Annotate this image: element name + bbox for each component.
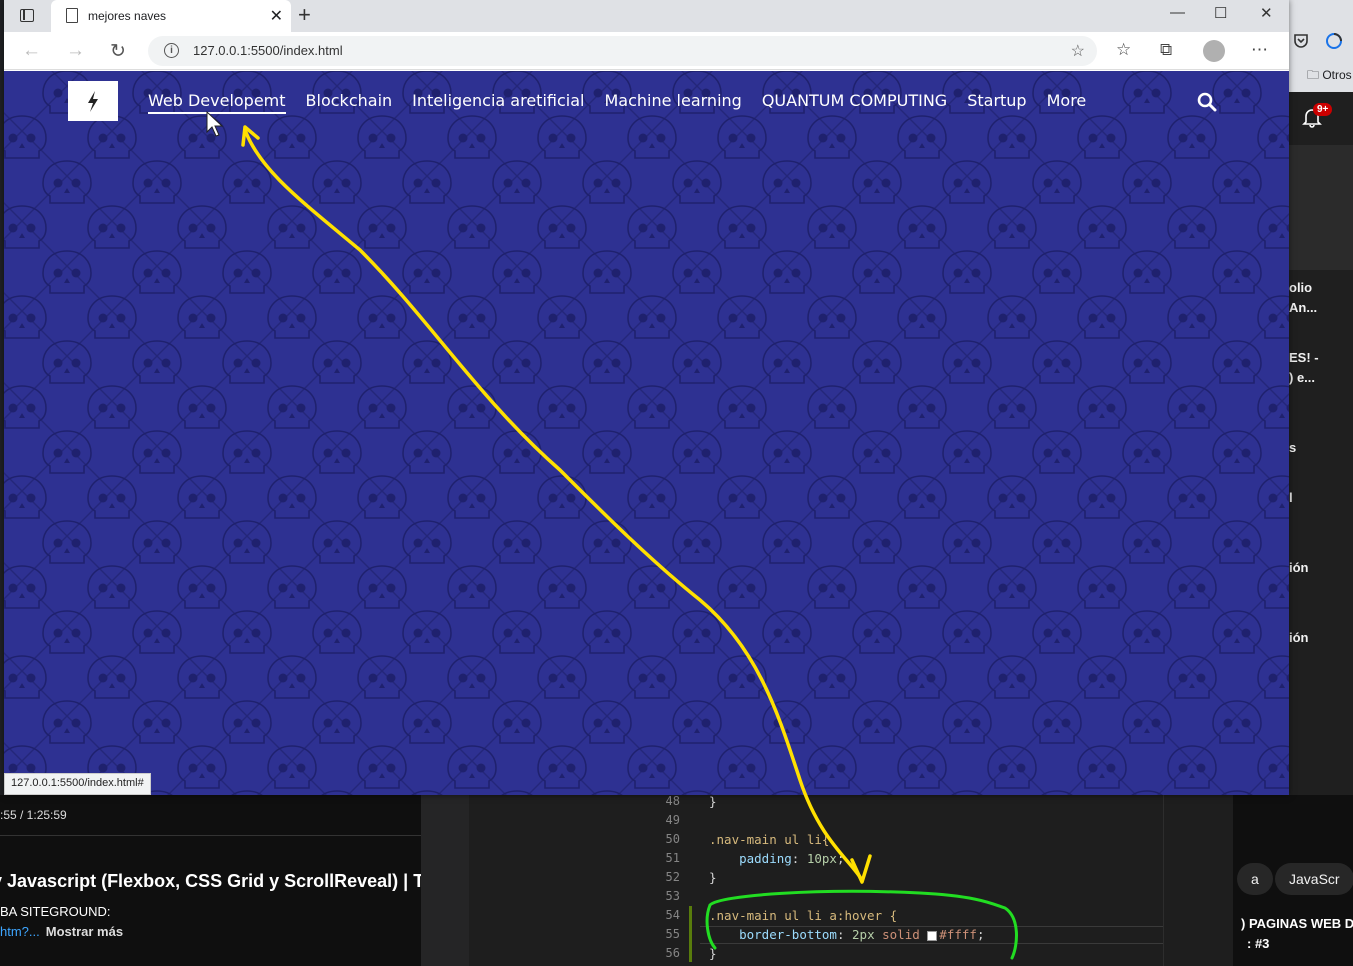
nav-item-startup[interactable]: Startup bbox=[967, 91, 1026, 114]
line-number: 50 bbox=[665, 832, 680, 846]
line-number: 53 bbox=[665, 889, 680, 903]
sidebar-panel bbox=[1289, 145, 1353, 270]
url-text: 127.0.0.1:5500/index.html bbox=[193, 43, 343, 58]
info-icon[interactable]: i bbox=[164, 43, 179, 58]
skull-pattern-background bbox=[4, 71, 1289, 795]
browser-window: mejores naves ✕ + — ☐ ✕ ← → ↻ i 127.0.0.… bbox=[4, 0, 1289, 795]
code-line[interactable]: } bbox=[709, 870, 717, 885]
extension-icon[interactable] bbox=[1325, 32, 1343, 50]
side-text[interactable]: l bbox=[1289, 490, 1293, 505]
code-line-selector[interactable]: .nav-main ul li{ bbox=[709, 832, 829, 847]
youtube-video-info: :55 / 1:25:59 y Javascript (Flexbox, CSS… bbox=[0, 795, 443, 966]
notifications-badge: 9+ bbox=[1313, 103, 1333, 116]
line-number: 56 bbox=[665, 946, 680, 960]
css-property: padding bbox=[739, 851, 792, 866]
close-tab-icon[interactable]: ✕ bbox=[270, 6, 283, 26]
css-value-style: solid bbox=[882, 927, 920, 942]
editor-sidebar bbox=[421, 795, 469, 966]
line-number: 55 bbox=[665, 927, 680, 941]
css-value-size: 2px bbox=[852, 927, 875, 942]
reload-icon[interactable]: ↻ bbox=[110, 40, 126, 63]
line-number: 48 bbox=[665, 794, 680, 808]
video-time: :55 / 1:25:59 bbox=[0, 808, 67, 822]
code-line[interactable]: padding: 10px; bbox=[709, 851, 844, 866]
search-icon[interactable] bbox=[1197, 92, 1217, 112]
more-menu-icon[interactable]: ⋯ bbox=[1251, 40, 1268, 60]
vertical-tabs-icon[interactable] bbox=[20, 9, 34, 22]
screenshot-root: 🗀 Otros 9+ olio An... ES! - ) e... s l i… bbox=[0, 0, 1353, 966]
youtube-related: a JavaScr ) PAGINAS WEB D : #3 bbox=[1233, 795, 1353, 966]
status-bar-url: 127.0.0.1:5500/index.html# bbox=[4, 773, 151, 795]
video-description: BA SITEGROUND: bbox=[0, 904, 111, 919]
bookmarks-folder-label: Otros bbox=[1322, 68, 1352, 82]
css-value: 10px bbox=[806, 851, 837, 866]
bookmarks-folder-otros[interactable]: 🗀 Otros bbox=[1307, 66, 1352, 87]
nav-item-web-development[interactable]: Web Developemt bbox=[148, 91, 286, 114]
related-video-subtitle: : #3 bbox=[1247, 936, 1270, 951]
editor-minimap[interactable] bbox=[1163, 795, 1233, 966]
side-text[interactable]: olio bbox=[1289, 280, 1312, 295]
line-number: 52 bbox=[665, 870, 680, 884]
description-more: htm?... Mostrar más bbox=[0, 924, 123, 939]
nav-item-more[interactable]: More bbox=[1047, 91, 1087, 114]
lightning-icon bbox=[88, 91, 98, 112]
back-icon[interactable]: ← bbox=[22, 40, 41, 62]
address-bar[interactable]: i 127.0.0.1:5500/index.html ☆ bbox=[148, 36, 1097, 66]
side-text[interactable]: ES! - bbox=[1289, 350, 1319, 365]
filter-chip[interactable]: JavaScr bbox=[1275, 863, 1353, 895]
nav-item-machine-learning[interactable]: Machine learning bbox=[604, 91, 741, 114]
maximize-icon[interactable]: ☐ bbox=[1214, 4, 1227, 22]
browser-tab[interactable]: mejores naves ✕ bbox=[51, 0, 291, 32]
forward-icon[interactable]: → bbox=[66, 40, 85, 62]
nav-item-ai[interactable]: Inteligencia aretificial bbox=[412, 91, 584, 114]
line-number: 54 bbox=[665, 908, 680, 922]
code-line[interactable]: } bbox=[709, 794, 717, 809]
side-text[interactable]: ión bbox=[1289, 560, 1309, 575]
site-logo[interactable] bbox=[68, 81, 118, 121]
document-icon bbox=[66, 8, 78, 23]
css-value-color: #ffff bbox=[939, 927, 977, 942]
code-line[interactable]: border-bottom: 2px solid #ffff; bbox=[709, 927, 984, 942]
line-number: 49 bbox=[665, 813, 680, 827]
add-favorite-icon[interactable]: ☆ bbox=[1071, 41, 1085, 61]
nav-item-blockchain[interactable]: Blockchain bbox=[306, 91, 393, 114]
modified-lines-indicator bbox=[689, 906, 692, 962]
profile-avatar[interactable] bbox=[1203, 40, 1225, 62]
code-line[interactable]: } bbox=[709, 946, 717, 961]
side-text[interactable]: s bbox=[1289, 440, 1296, 455]
side-text[interactable]: ión bbox=[1289, 630, 1309, 645]
pocket-icon[interactable] bbox=[1292, 32, 1310, 50]
description-link[interactable]: htm?... bbox=[0, 924, 40, 939]
address-toolbar: ← → ↻ i 127.0.0.1:5500/index.html ☆ ☆ ⧉ … bbox=[4, 32, 1289, 70]
progress-divider bbox=[0, 835, 421, 836]
side-text[interactable]: An... bbox=[1289, 300, 1317, 315]
show-more-button[interactable]: Mostrar más bbox=[46, 924, 123, 939]
side-text[interactable]: ) e... bbox=[1289, 370, 1315, 385]
filter-chip[interactable]: a bbox=[1237, 863, 1273, 895]
code-line-selector[interactable]: .nav-main ul li a:hover { bbox=[709, 908, 897, 923]
tab-bar: mejores naves ✕ + — ☐ ✕ bbox=[4, 0, 1289, 32]
new-tab-icon[interactable]: + bbox=[298, 2, 311, 28]
favorites-icon[interactable]: ☆ bbox=[1116, 40, 1131, 60]
main-nav: Web Developemt Blockchain Inteligencia a… bbox=[148, 91, 1106, 114]
nav-item-quantum-computing[interactable]: QUANTUM COMPUTING bbox=[762, 91, 947, 114]
css-property: border-bottom bbox=[739, 927, 837, 942]
collections-icon[interactable]: ⧉ bbox=[1160, 40, 1172, 60]
video-title: y Javascript (Flexbox, CSS Grid y Scroll… bbox=[0, 871, 443, 891]
close-window-icon[interactable]: ✕ bbox=[1260, 4, 1273, 22]
color-swatch[interactable] bbox=[927, 930, 938, 941]
tab-title: mejores naves bbox=[88, 9, 167, 23]
web-page: Web Developemt Blockchain Inteligencia a… bbox=[4, 71, 1289, 795]
line-number: 51 bbox=[665, 851, 680, 865]
related-video-title[interactable]: ) PAGINAS WEB D bbox=[1241, 916, 1353, 931]
minimize-icon[interactable]: — bbox=[1170, 4, 1185, 21]
